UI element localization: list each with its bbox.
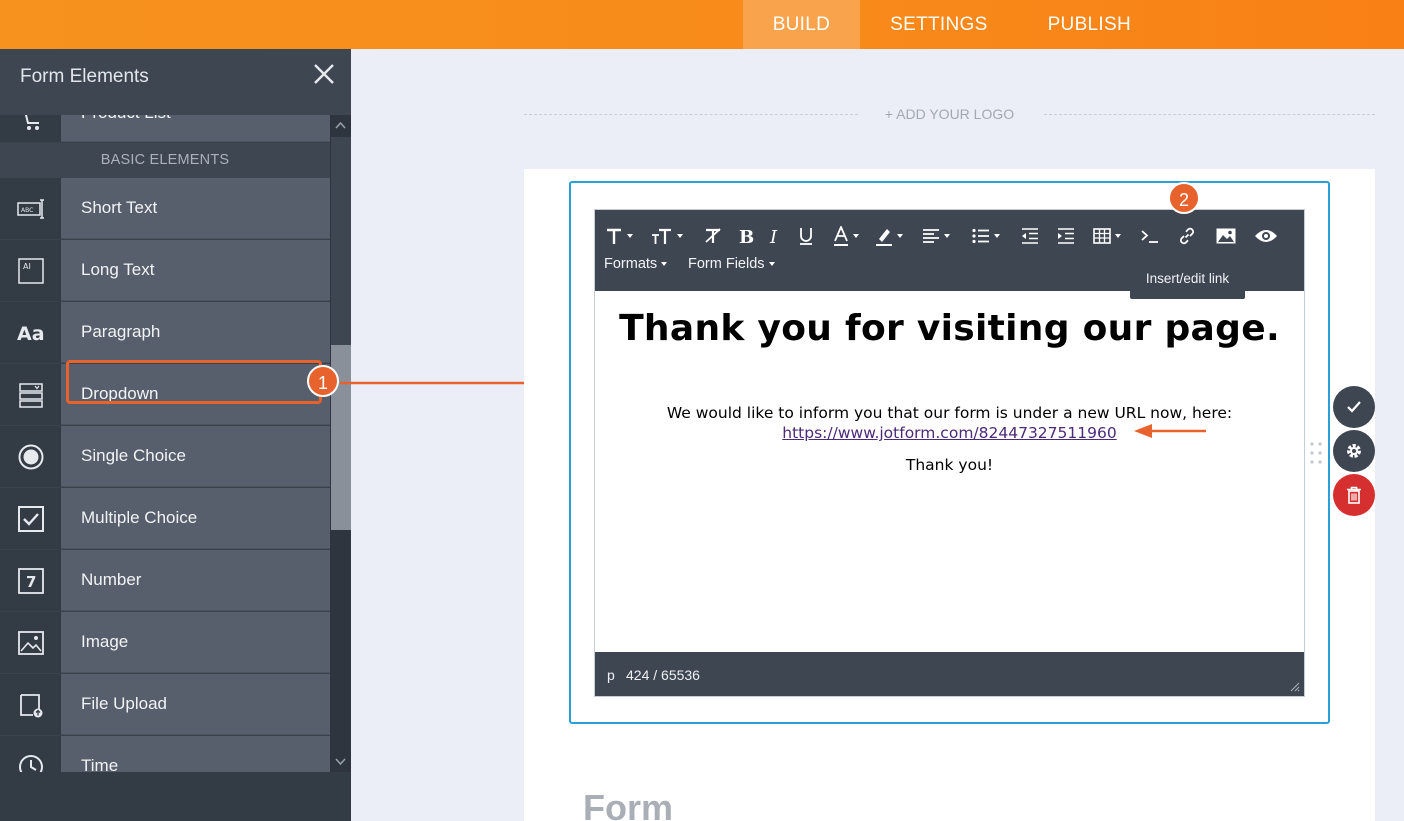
list-item-multiple-choice[interactable]: Multiple Choice [0, 488, 330, 550]
font-family-icon[interactable] [603, 224, 635, 248]
close-icon[interactable] [313, 63, 335, 85]
elements-list: Product List BASIC ELEMENTS ABC Short Te… [0, 115, 330, 772]
list-item-label: Long Text [81, 260, 155, 279]
number-icon: 7 [0, 550, 61, 611]
image-icon [0, 612, 61, 673]
tab-build[interactable]: BUILD [742, 0, 861, 49]
preview-eye-icon[interactable] [1252, 224, 1280, 248]
editor-content[interactable]: Thank you for visiting our page. We woul… [595, 291, 1304, 653]
panel-title: Form Elements [20, 66, 149, 87]
panel-scrollbar[interactable] [330, 115, 351, 772]
code-icon[interactable] [1138, 224, 1162, 248]
list-item-label: Paragraph [81, 322, 161, 341]
resize-grip-icon[interactable] [1288, 680, 1300, 692]
italic-icon[interactable]: I [765, 224, 785, 248]
list-item-label: Image [81, 632, 129, 651]
content-heading: Thank you for visiting our page. [619, 308, 1280, 349]
settings-gear-icon[interactable] [1333, 430, 1375, 472]
annotation-arrow [340, 376, 548, 390]
clear-format-icon[interactable] [701, 224, 725, 248]
list-item-number[interactable]: 7 Number [0, 550, 330, 612]
list-item-product-list[interactable]: Product List [0, 115, 330, 143]
list-item-short-text[interactable]: ABC Short Text [0, 178, 330, 240]
list-item-label: Time [81, 756, 119, 772]
list-item-label: Product List [81, 115, 171, 123]
svg-text:AI: AI [23, 262, 31, 271]
text-color-icon[interactable] [829, 224, 863, 248]
underline-icon[interactable] [795, 224, 817, 248]
list-item-single-choice[interactable]: Single Choice [0, 426, 330, 488]
tab-publish[interactable]: PUBLISH [1018, 0, 1161, 49]
list-item-label: Single Choice [81, 446, 186, 465]
clock-icon [0, 736, 61, 772]
content-thanks: Thank you! [905, 456, 994, 474]
formats-dropdown[interactable]: Formats [604, 255, 668, 273]
tab-settings[interactable]: SETTINGS [860, 0, 1017, 49]
step-badge-1: 1 [307, 365, 339, 397]
short-text-icon: ABC [0, 178, 61, 239]
content-link[interactable]: https://www.jotform.com/82447327511960 [782, 424, 1116, 442]
single-choice-icon [0, 426, 61, 487]
drag-handle-icon[interactable] [1309, 440, 1323, 466]
svg-text:B: B [739, 227, 754, 245]
panel-header: Form Elements [0, 49, 351, 103]
character-count: 424 / 65536 [626, 667, 700, 683]
form-fields-dropdown[interactable]: Form Fields [688, 255, 775, 273]
top-nav: BUILD SETTINGS PUBLISH [742, 0, 1161, 49]
cart-icon [0, 115, 61, 142]
align-icon[interactable] [919, 224, 953, 248]
svg-text:Aa: Aa [17, 323, 45, 344]
list-item-dropdown[interactable]: Dropdown [0, 364, 330, 426]
link-tooltip: Insert/edit link [1130, 252, 1245, 299]
list-item-label: Short Text [81, 198, 158, 217]
link-icon[interactable] [1175, 224, 1199, 248]
paragraph-icon: Aa [0, 302, 61, 363]
bullet-list-icon[interactable] [969, 224, 1003, 248]
insert-image-icon[interactable] [1213, 224, 1239, 248]
list-item-label: Number [81, 570, 142, 589]
top-bar: BUILD SETTINGS PUBLISH [0, 0, 1404, 49]
svg-text:I: I [769, 227, 778, 245]
section-heading: BASIC ELEMENTS [0, 143, 330, 178]
scroll-down-icon[interactable] [334, 755, 347, 768]
delete-trash-icon[interactable] [1333, 474, 1375, 516]
list-item-file-upload[interactable]: File Upload [0, 674, 330, 736]
bold-icon[interactable]: B [735, 224, 757, 248]
editor-status-bar: p 424 / 65536 [595, 652, 1304, 696]
step-badge-2: 2 [1168, 182, 1200, 214]
element-path[interactable]: p [607, 667, 615, 683]
table-icon[interactable] [1090, 224, 1124, 248]
svg-text:ABC: ABC [21, 207, 33, 214]
multiple-choice-icon [0, 488, 61, 549]
indent-icon[interactable] [1054, 224, 1078, 248]
long-text-icon: AI [0, 240, 61, 301]
add-logo-row: + ADD YOUR LOGO [524, 104, 1375, 126]
link-annotation-arrow [1134, 424, 1206, 438]
list-item-long-text[interactable]: AI Long Text [0, 240, 330, 302]
font-size-icon[interactable] [647, 224, 687, 248]
list-item-label: Multiple Choice [81, 508, 198, 527]
highlight-color-icon[interactable] [872, 224, 906, 248]
list-item-label: Dropdown [81, 384, 159, 403]
confirm-check-icon[interactable] [1333, 386, 1375, 428]
list-item-time[interactable]: Time [0, 736, 330, 772]
outdent-icon[interactable] [1018, 224, 1042, 248]
list-item-paragraph[interactable]: Aa Paragraph [0, 302, 330, 364]
dropdown-icon [0, 364, 61, 425]
svg-text:7: 7 [26, 573, 36, 591]
list-item-label: File Upload [81, 694, 167, 713]
file-upload-icon [0, 674, 61, 735]
form-title[interactable]: Form [583, 787, 673, 821]
list-item-image[interactable]: Image [0, 612, 330, 674]
add-logo-link[interactable]: + ADD YOUR LOGO [524, 106, 1375, 122]
scroll-up-icon[interactable] [334, 119, 347, 132]
